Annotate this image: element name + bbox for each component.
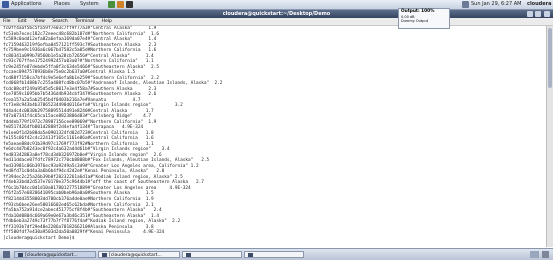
browser-launcher-icon[interactable] <box>108 1 115 8</box>
window-icon <box>186 252 191 257</box>
output-device: Dummy Output <box>401 19 429 23</box>
window-icon <box>248 252 253 257</box>
terminal-scrollbar[interactable] <box>546 26 553 247</box>
maximize-icon[interactable] <box>535 11 542 17</box>
menu-system[interactable]: System <box>80 0 99 9</box>
menu-edit[interactable]: Edit <box>18 19 27 24</box>
window-title: cloudera@quickstart:~/Desktop/Demo <box>222 11 331 17</box>
show-desktop-icon[interactable] <box>3 251 10 258</box>
taskbar-item-3[interactable] <box>182 251 242 258</box>
mail-launcher-icon[interactable] <box>117 1 124 8</box>
user-menu[interactable]: cloudera <box>527 0 551 9</box>
menu-places[interactable]: Places <box>54 0 70 9</box>
terminal-icon <box>102 252 107 257</box>
taskbar-item-terminal-1[interactable]: [cloudera@quickstart... <box>14 251 96 258</box>
terminal-output[interactable]: fc0ff4aaf5bc5fa59f7e03c7ff9f77a3#"Centra… <box>0 26 546 247</box>
gnome-foot-icon[interactable] <box>2 1 9 8</box>
menu-view[interactable]: View <box>34 19 45 24</box>
menu-terminal[interactable]: Terminal <box>75 19 94 24</box>
taskbar-item-4[interactable] <box>244 251 304 258</box>
menu-file[interactable]: File <box>3 19 11 24</box>
minimize-icon[interactable] <box>526 11 533 17</box>
window-titlebar[interactable]: cloudera@quickstart:~/Desktop/Demo <box>0 10 553 18</box>
terminal-menubar: File Edit View Search Terminal Help <box>0 18 553 26</box>
shell-prompt: [cloudera@quickstart Demo]$ <box>3 235 78 241</box>
terminal-launcher-icon[interactable] <box>126 1 133 8</box>
top-panel: Applications Places System Sun Jan 29, 6… <box>0 0 553 10</box>
bottom-panel: [cloudera@quickstart... [cloudera@quicks… <box>0 248 553 260</box>
close-icon[interactable] <box>544 11 550 17</box>
menu-applications[interactable]: Applications <box>11 0 42 9</box>
clock[interactable]: Sun Jan 29, 6:27 AM <box>471 0 522 9</box>
trash-icon[interactable] <box>542 251 549 258</box>
volume-output-popup: Output: 100% 0.00 dB Dummy Output <box>398 8 450 29</box>
volume-icon[interactable] <box>462 1 469 8</box>
taskbar-item-terminal-2[interactable]: [cloudera@quickstart... <box>98 251 180 258</box>
terminal-icon <box>18 252 23 257</box>
scrollbar-thumb[interactable] <box>548 28 552 88</box>
workspace-switcher-icon[interactable] <box>530 251 539 258</box>
menu-help[interactable]: Help <box>102 19 112 24</box>
menu-search[interactable]: Search <box>52 19 67 24</box>
